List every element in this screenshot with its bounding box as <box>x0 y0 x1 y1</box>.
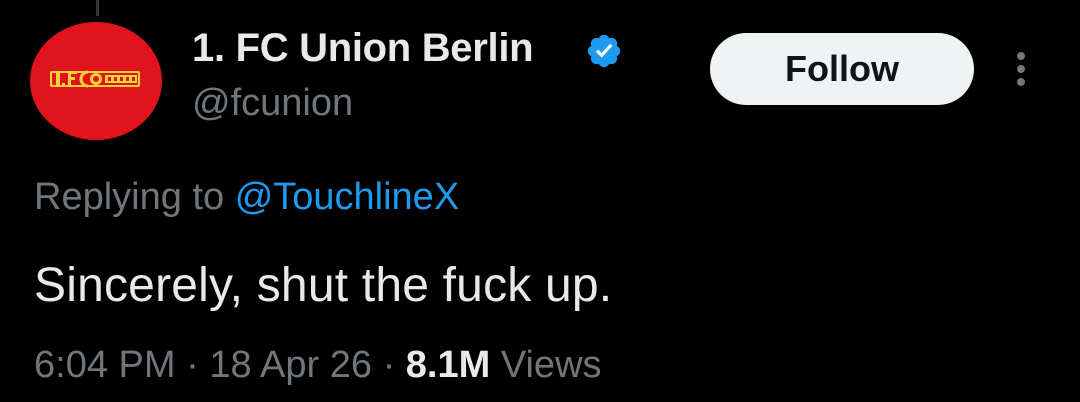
meta-separator: · <box>186 344 199 386</box>
tweet-date[interactable]: 18 Apr 26 <box>209 344 372 386</box>
thread-connector-line <box>96 0 99 16</box>
replying-to-label: Replying to <box>34 176 225 218</box>
replying-to-line: Replying to @TouchlineX <box>34 176 459 219</box>
tweet-meta: 6:04 PM · 18 Apr 26 · 8.1M Views <box>34 344 602 387</box>
display-name[interactable]: 1. FC Union Berlin <box>192 26 534 71</box>
reply-to-handle-link[interactable]: @TouchlineX <box>235 176 459 218</box>
verified-badge-icon <box>587 34 621 68</box>
views-label: Views <box>500 344 602 386</box>
more-vertical-icon[interactable] <box>1008 48 1036 90</box>
meta-separator: · <box>382 344 396 386</box>
tweet-text: Sincerely, shut the fuck up. <box>34 259 613 312</box>
avatar[interactable] <box>30 22 162 140</box>
follow-button[interactable]: Follow <box>710 33 974 105</box>
user-handle[interactable]: @fcunion <box>192 82 353 125</box>
union-berlin-logo <box>50 70 140 88</box>
views-count[interactable]: 8.1M <box>406 344 490 386</box>
tweet-time[interactable]: 6:04 PM <box>34 344 176 386</box>
